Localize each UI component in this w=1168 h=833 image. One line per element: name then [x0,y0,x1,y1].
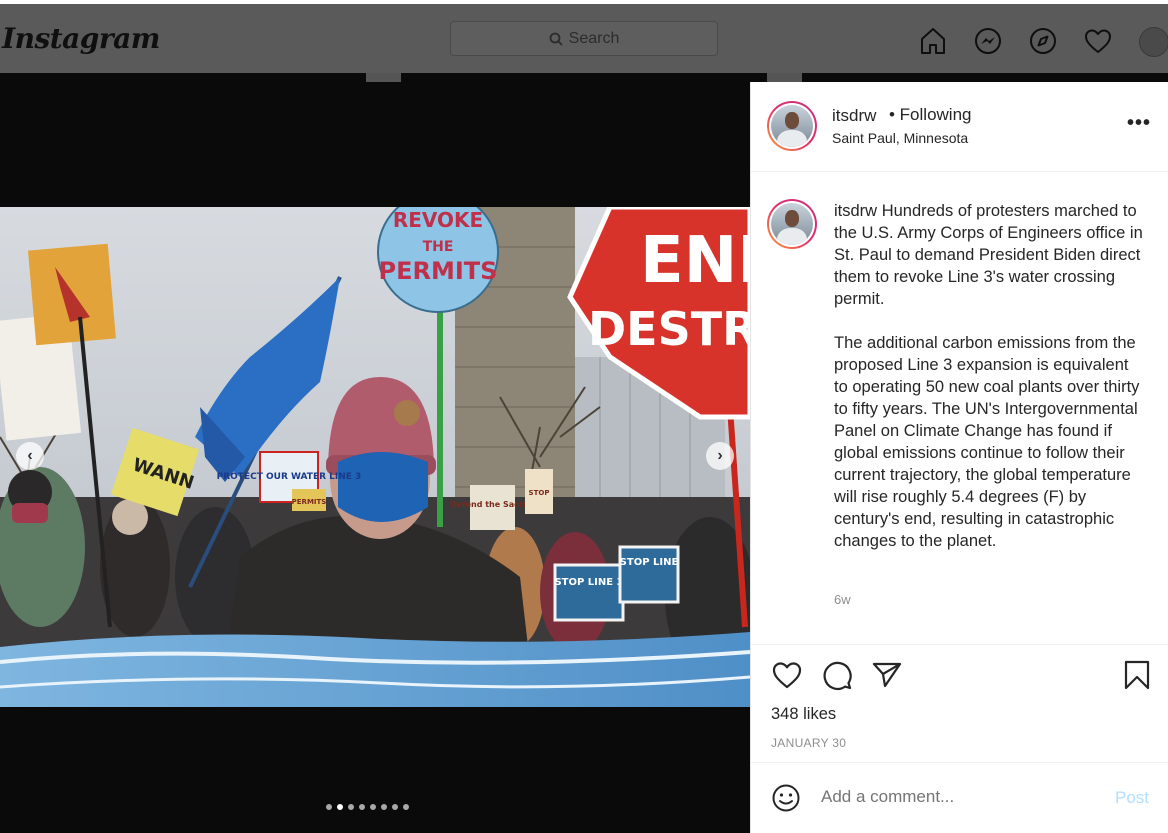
stop-small-sign: STOP [529,489,550,497]
post-photo[interactable]: REVOKE THE PERMITS END DESTRUCT WANN PRO… [0,207,750,707]
post-date[interactable]: JANUARY 30 [771,736,846,750]
stop-line-3-sign: STOP LINE 3 [554,577,623,588]
carousel-dot [381,804,387,810]
comment-bar: Post [751,762,1168,833]
post-location[interactable]: Saint Paul, Minnesota [832,130,968,146]
carousel-dot [348,804,354,810]
instagram-post-modal: Instagram Search REVOKE THE PERMITS EN D… [0,0,1168,833]
post-side-panel: itsdrw • Following Saint Paul, Minnesota… [750,82,1168,833]
following-status[interactable]: • Following [889,105,972,125]
messenger-icon[interactable] [973,26,1003,56]
post-comment-button[interactable]: Post [1115,788,1149,808]
stop-sign-line-1: END [640,224,750,298]
post-actions: 348 likes JANUARY 30 [751,644,1168,762]
carousel-dot [392,804,398,810]
caption-area: itsdrw Hundreds of protesters marched to… [751,172,1168,644]
search-placeholder: Search [568,29,620,47]
previous-slide-button[interactable]: ‹ [16,442,44,470]
more-options-icon[interactable]: ••• [1127,112,1151,135]
carousel-dot [337,804,343,810]
protest-photo-illustration: REVOKE THE PERMITS END DESTRUCT WANN PRO… [0,207,750,707]
search-input[interactable]: Search [450,21,718,56]
emoji-smiley-icon[interactable] [771,783,801,813]
caption-text-block: itsdrw Hundreds of protesters marched to… [834,200,1144,552]
carousel-indicator [326,804,409,810]
stop-sign-line-2: DESTRUCT [588,302,750,356]
profile-avatar[interactable] [1139,27,1168,57]
carousel-dot [359,804,365,810]
post-header: itsdrw • Following Saint Paul, Minnesota… [751,82,1168,172]
nav-icons [918,26,1113,56]
comment-bubble-icon[interactable] [821,659,853,691]
save-bookmark-icon[interactable] [1121,659,1153,691]
caption-username[interactable]: itsdrw [834,202,877,220]
search-icon [549,32,563,46]
protect-water-sign: PROTECT OUR WATER LINE 3 [217,472,362,482]
scroll-marker-left [366,73,401,82]
author-username[interactable]: itsdrw [832,106,876,126]
caption-body: Hundreds of protesters marched to the U.… [834,202,1143,550]
caption-author-avatar[interactable] [767,199,817,249]
home-icon[interactable] [918,26,948,56]
activity-heart-icon[interactable] [1083,26,1113,56]
next-slide-button[interactable]: › [706,442,734,470]
comment-input[interactable] [821,787,1101,807]
permits-sign: PERMITS [292,498,327,506]
scroll-marker-right [767,73,802,82]
share-paper-plane-icon[interactable] [871,659,903,691]
post-age[interactable]: 6w [834,592,851,607]
author-avatar[interactable] [767,101,817,151]
defend-sacred-sign: Defend the Sacred [450,500,534,509]
round-sign-line-2: THE [423,239,454,255]
carousel-dot [370,804,376,810]
carousel-dot [403,804,409,810]
stop-line-sign: STOP LINE [620,557,679,568]
round-sign-line-3: PERMITS [379,257,498,285]
instagram-logo[interactable]: Instagram [2,22,160,55]
carousel-dot [326,804,332,810]
top-nav: Instagram Search [0,0,1168,73]
likes-count[interactable]: 348 likes [771,705,836,724]
like-heart-icon[interactable] [771,659,803,691]
explore-compass-icon[interactable] [1028,26,1058,56]
round-sign-line-1: REVOKE [393,208,483,232]
